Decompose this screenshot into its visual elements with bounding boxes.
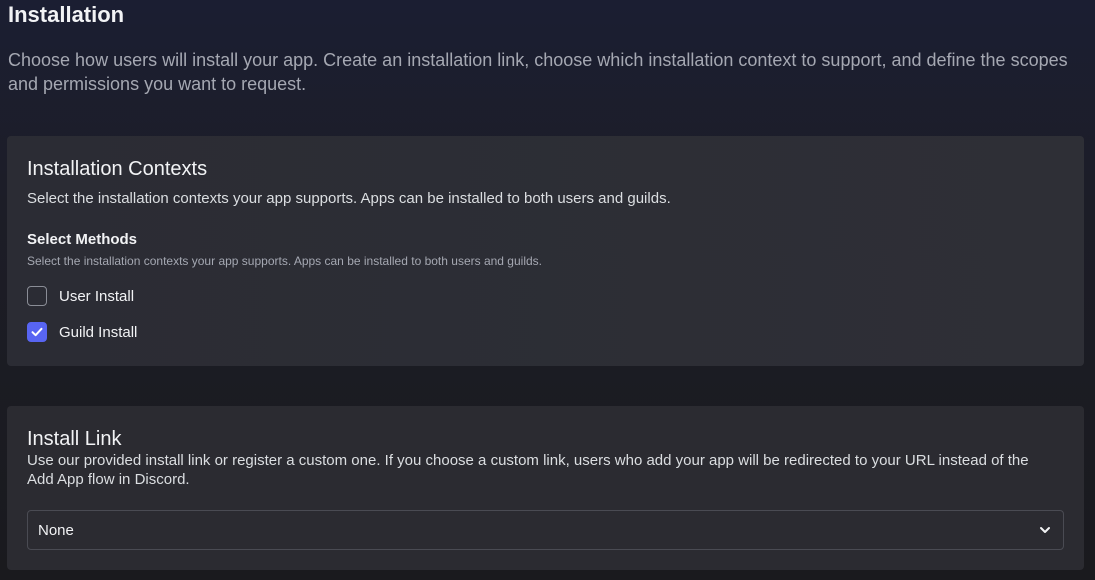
guild-install-checkbox[interactable] (27, 322, 47, 342)
user-install-checkbox-row[interactable]: User Install (27, 286, 134, 306)
installation-contexts-card: Installation Contexts Select the install… (7, 136, 1084, 366)
guild-install-label[interactable]: Guild Install (59, 323, 137, 342)
install-link-title: Install Link (27, 428, 122, 450)
checkmark-icon (31, 327, 43, 337)
user-install-checkbox[interactable] (27, 286, 47, 306)
page-description: Choose how users will install your app. … (8, 50, 1068, 94)
install-link-dropdown[interactable]: None (27, 510, 1064, 550)
chevron-down-icon (1037, 522, 1053, 538)
install-link-selected-value: None (38, 521, 74, 539)
install-link-description: Use our provided install link or registe… (27, 452, 1029, 488)
installation-contexts-description: Select the installation contexts your ap… (27, 190, 671, 207)
select-methods-hint: Select the installation contexts your ap… (27, 254, 542, 268)
user-install-label[interactable]: User Install (59, 287, 134, 306)
guild-install-checkbox-row[interactable]: Guild Install (27, 322, 137, 342)
install-link-card: Install Link Use our provided install li… (7, 406, 1084, 570)
page-title: Installation (8, 2, 125, 27)
installation-contexts-title: Installation Contexts (27, 158, 208, 180)
select-methods-label: Select Methods (27, 231, 138, 248)
